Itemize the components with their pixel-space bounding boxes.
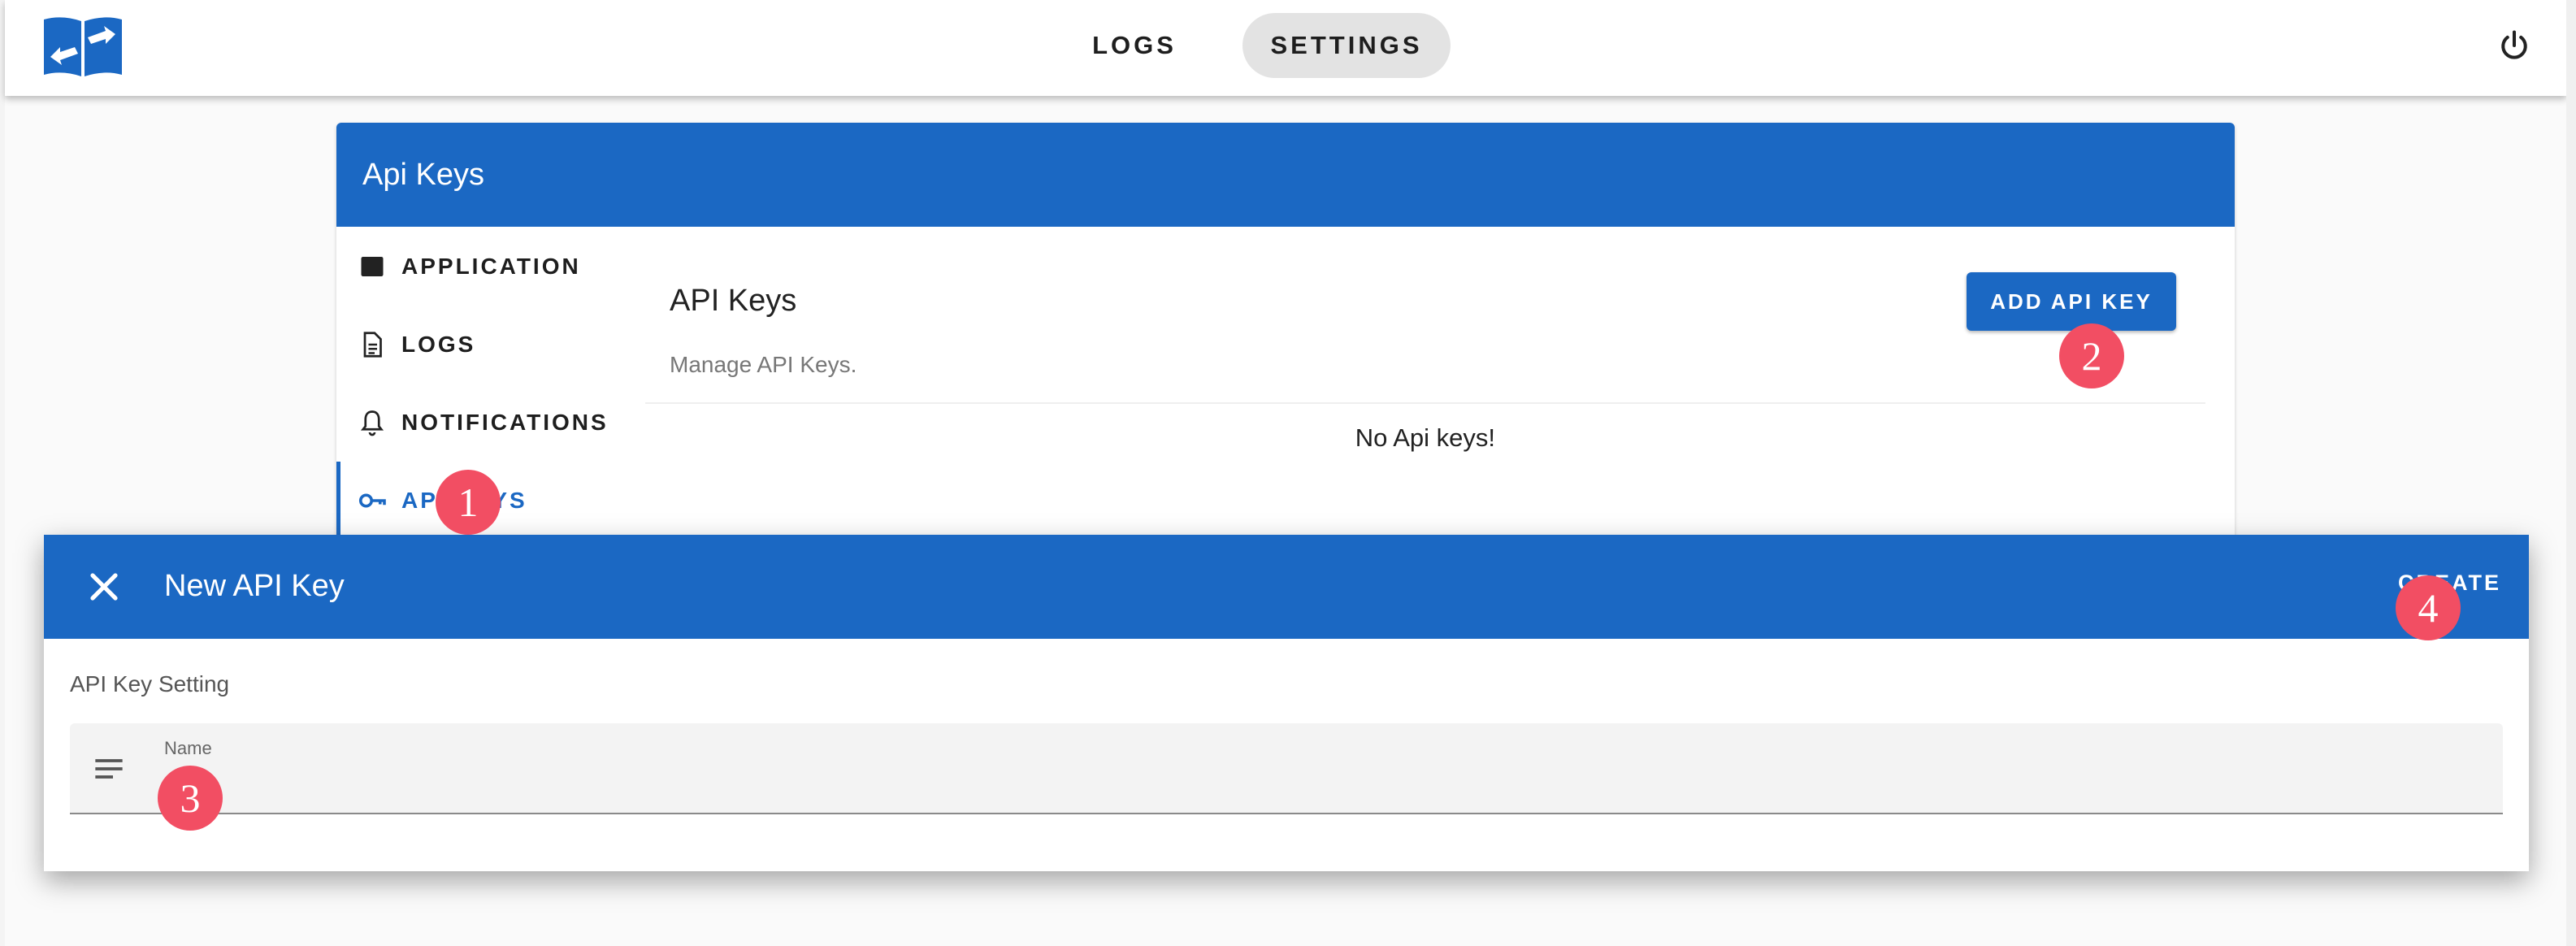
window-icon: [361, 257, 384, 276]
logo-icon[interactable]: [41, 13, 125, 78]
sidebar-item-label: APPLICATION: [401, 254, 581, 279]
empty-message: No Api keys!: [1355, 423, 1495, 452]
key-icon: [358, 493, 386, 508]
dialog-subtitle: API Key Setting: [70, 671, 230, 696]
power-icon[interactable]: [2496, 28, 2532, 63]
card-header: Api Keys: [336, 123, 2235, 227]
step-marker: 4: [2396, 575, 2461, 640]
text-lines-icon: [95, 759, 123, 779]
window-scrollbar[interactable]: [2566, 0, 2576, 946]
new-api-key-dialog: New API Key CREATE API Key Setting Name …: [44, 535, 2529, 871]
dialog-title: New API Key: [164, 569, 345, 603]
close-icon[interactable]: [85, 567, 124, 606]
document-icon: [363, 332, 382, 358]
card-title: Api Keys: [362, 157, 484, 192]
step-marker: 3: [158, 766, 223, 831]
nav-tab-settings[interactable]: SETTINGS: [1242, 13, 1451, 78]
sidebar-item-application[interactable]: APPLICATION: [336, 228, 629, 306]
page-edge: [0, 0, 5, 946]
name-field[interactable]: Name mi: [70, 723, 2503, 814]
section-subtitle: Manage API Keys.: [670, 352, 857, 377]
sidebar-item-logs[interactable]: LOGS: [336, 306, 629, 384]
divider: [645, 402, 2205, 404]
dialog-header: New API Key CREATE: [44, 535, 2529, 639]
name-field-label: Name: [164, 738, 212, 758]
step-marker: 2: [2059, 323, 2124, 388]
top-app-bar: LOGS SETTINGS: [5, 0, 2566, 96]
add-api-key-button[interactable]: ADD API KEY: [1967, 272, 2176, 331]
sidebar-item-label: LOGS: [401, 332, 476, 357]
nav-tab-logs[interactable]: LOGS: [1061, 13, 1208, 78]
step-marker: 1: [436, 470, 501, 535]
section-title: API Keys: [670, 284, 797, 318]
